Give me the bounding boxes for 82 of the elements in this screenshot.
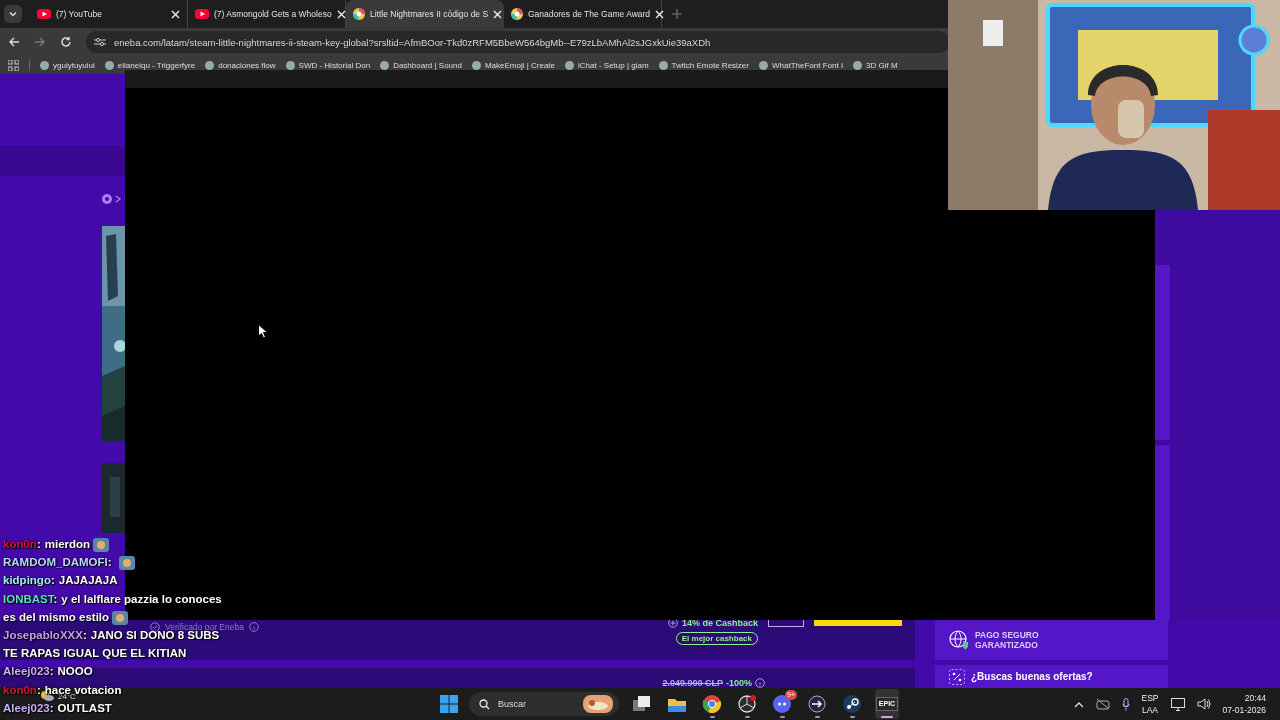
deals-card[interactable]: ¿Buscas buenas ofertas? bbox=[935, 665, 1168, 688]
close-icon[interactable] bbox=[493, 9, 503, 19]
close-icon[interactable] bbox=[336, 9, 346, 19]
chat-username[interactable]: JosepabloXXX bbox=[3, 629, 83, 641]
chat-message: NOOO bbox=[57, 665, 93, 678]
language-switcher[interactable]: ESP LAA bbox=[1141, 692, 1159, 716]
chat-separator: : bbox=[49, 701, 54, 714]
old-price: 2.049.900 CLP bbox=[662, 678, 723, 688]
close-icon[interactable] bbox=[171, 9, 180, 19]
video-site-icon bbox=[37, 9, 51, 19]
globe-shield-icon bbox=[949, 630, 969, 650]
chat-separator: : bbox=[82, 629, 87, 641]
chat-username[interactable]: IONBAST bbox=[3, 592, 54, 605]
chat-message: es del mismo estilo bbox=[3, 610, 110, 623]
browser-icon bbox=[703, 695, 721, 713]
tab-list-button[interactable] bbox=[4, 5, 22, 23]
cashback-label: 14% de Cashback bbox=[681, 618, 758, 628]
chat-message: TE RAPAS IGUAL QUE EL KITIAN bbox=[3, 647, 187, 660]
swirl-icon bbox=[102, 194, 112, 204]
chat-message: mierdon bbox=[44, 538, 91, 550]
chat-separator: : bbox=[36, 683, 41, 696]
bookmark[interactable]: iChat - Setup | giam bbox=[565, 60, 649, 70]
microphone-icon[interactable] bbox=[1121, 697, 1130, 711]
swirl-icon bbox=[511, 8, 523, 20]
bookmark[interactable]: WhatTheFont Font I bbox=[758, 60, 844, 70]
chat-separator: : bbox=[49, 665, 54, 678]
swirl-icon bbox=[353, 8, 365, 20]
bookmark[interactable]: donaciones flow bbox=[205, 60, 276, 70]
aperture-icon bbox=[738, 695, 756, 713]
chat-separator: : bbox=[53, 592, 58, 605]
chevron-up-icon[interactable] bbox=[1073, 700, 1084, 708]
start-icon[interactable] bbox=[440, 695, 458, 713]
info-icon[interactable] bbox=[755, 678, 765, 688]
bookmark[interactable]: Twitch Emote Resizer bbox=[658, 60, 749, 70]
chat-username[interactable]: Aleej023 bbox=[3, 701, 50, 714]
seller-verified-text: Verificado por Eneba bbox=[165, 622, 244, 632]
forward-icon[interactable] bbox=[34, 36, 46, 48]
search-highlight-icon bbox=[583, 695, 613, 713]
browser-tab[interactable]: Little Nightmares II código de S bbox=[346, 0, 504, 28]
cursor-icon bbox=[258, 324, 268, 339]
clock[interactable]: 20:44 07-01-2026 bbox=[1222, 692, 1266, 716]
chat-message: OUTLAST bbox=[57, 701, 112, 714]
folder-icon bbox=[668, 696, 686, 712]
chat-separator: : bbox=[50, 574, 55, 587]
percent-icon bbox=[949, 668, 965, 685]
bookmark[interactable]: SWD - Historial Don bbox=[285, 60, 371, 70]
apps-icon[interactable] bbox=[8, 59, 19, 71]
search-icon bbox=[479, 698, 490, 710]
bookmark[interactable]: Dashboard | Sound bbox=[380, 60, 462, 70]
chat-app-icon bbox=[773, 695, 791, 713]
chat-message: JAJAJAJA bbox=[58, 574, 118, 587]
chat-separator: : bbox=[36, 538, 41, 550]
bookmark[interactable]: elianeiqu - Triggerfyre bbox=[104, 60, 196, 70]
info-icon[interactable] bbox=[248, 622, 259, 632]
chat-username[interactable]: Aleej023 bbox=[3, 665, 50, 678]
address-bar[interactable]: eneba.com/latam/steam-little-nightmares-ii-steam-key-global?srsltid=AfmBOor-Tkd0zRFM5BbeW564bgMb--E79zLbAMhAl2sJGxkUie39aXDh bbox=[86, 31, 950, 53]
chevron-down-icon bbox=[8, 9, 18, 19]
chat-username[interactable]: kidpingo bbox=[3, 574, 51, 587]
bookmark[interactable]: yguiytuyuiui bbox=[40, 60, 95, 70]
arrow-app-icon bbox=[808, 695, 826, 713]
video-site-icon bbox=[195, 9, 209, 19]
reload-icon[interactable] bbox=[60, 36, 72, 48]
chat-username[interactable]: RAMDOM_DAMOFI bbox=[3, 556, 108, 569]
windows-icon bbox=[633, 696, 651, 712]
monitor-icon[interactable] bbox=[1170, 697, 1185, 711]
new-tab-icon[interactable] bbox=[672, 9, 682, 19]
bookmark[interactable]: 3D Gif M bbox=[853, 60, 898, 70]
secure-payment-text: PAGO SEGURO GARANTIZADO bbox=[975, 630, 1040, 650]
plus-icon bbox=[667, 618, 678, 628]
site-settings-icon[interactable] bbox=[94, 37, 106, 47]
chat-separator: : bbox=[107, 556, 112, 569]
check-icon bbox=[150, 622, 160, 632]
search-field[interactable]: Buscar bbox=[469, 692, 619, 716]
back-icon[interactable] bbox=[8, 36, 20, 48]
close-icon[interactable] bbox=[655, 9, 665, 19]
chevron-right-icon[interactable] bbox=[115, 195, 121, 203]
game-client-icon bbox=[843, 695, 861, 713]
deals-text: ¿Buscas buenas ofertas? bbox=[971, 671, 1093, 682]
discount-label: -100% bbox=[726, 678, 752, 688]
camera-off-icon[interactable] bbox=[1095, 698, 1110, 710]
bookmark[interactable]: MakeEmoji | Create bbox=[471, 60, 556, 70]
speaker-icon[interactable] bbox=[1196, 698, 1211, 710]
